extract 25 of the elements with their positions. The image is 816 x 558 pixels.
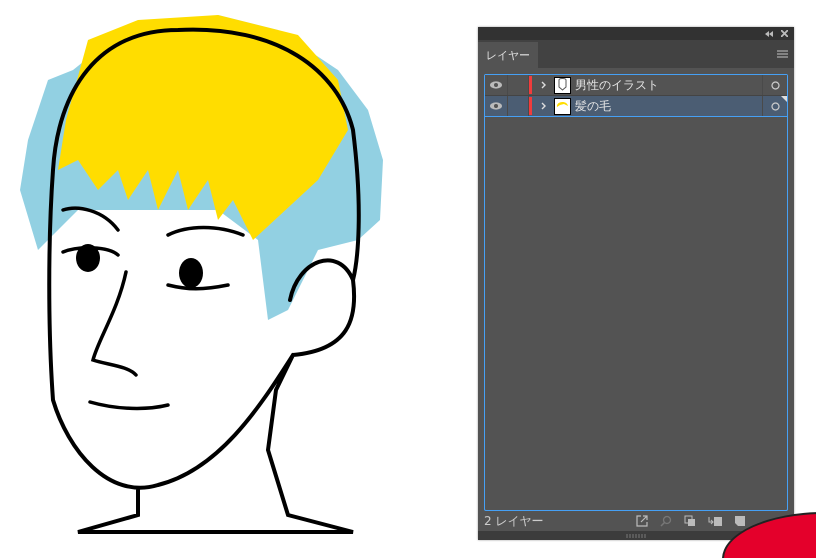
- layer-thumbnail: [554, 76, 571, 94]
- new-layer-icon[interactable]: [734, 515, 746, 527]
- export-icon[interactable]: [636, 515, 648, 527]
- target-circle-icon[interactable]: [770, 102, 780, 110]
- target-circle-icon[interactable]: [770, 80, 780, 90]
- close-icon[interactable]: [781, 30, 788, 37]
- layer-count: 2 レイヤー: [484, 512, 544, 530]
- layer-color-bar: [529, 97, 532, 115]
- resize-grip-icon[interactable]: [626, 534, 646, 538]
- collapse-icon[interactable]: [765, 30, 773, 36]
- layer-row[interactable]: 髪の毛: [485, 96, 787, 117]
- chevron-right-icon[interactable]: [540, 102, 546, 110]
- eye-icon[interactable]: [490, 81, 502, 89]
- layers-tab[interactable]: レイヤー: [478, 42, 538, 68]
- menu-icon[interactable]: [777, 50, 788, 58]
- layer-name: 男性のイラスト: [574, 76, 660, 94]
- new-sublayer-icon[interactable]: [708, 515, 722, 527]
- selection-corner-icon: [781, 96, 787, 102]
- layer-name: 髪の毛: [574, 98, 612, 114]
- chevron-right-icon[interactable]: [540, 81, 546, 89]
- eye-icon[interactable]: [490, 102, 502, 110]
- layer-color-bar: [529, 76, 532, 94]
- layer-thumbnail: [554, 98, 571, 114]
- clipping-mask-icon[interactable]: [684, 515, 696, 527]
- layer-row[interactable]: 男性のイラスト: [485, 75, 787, 96]
